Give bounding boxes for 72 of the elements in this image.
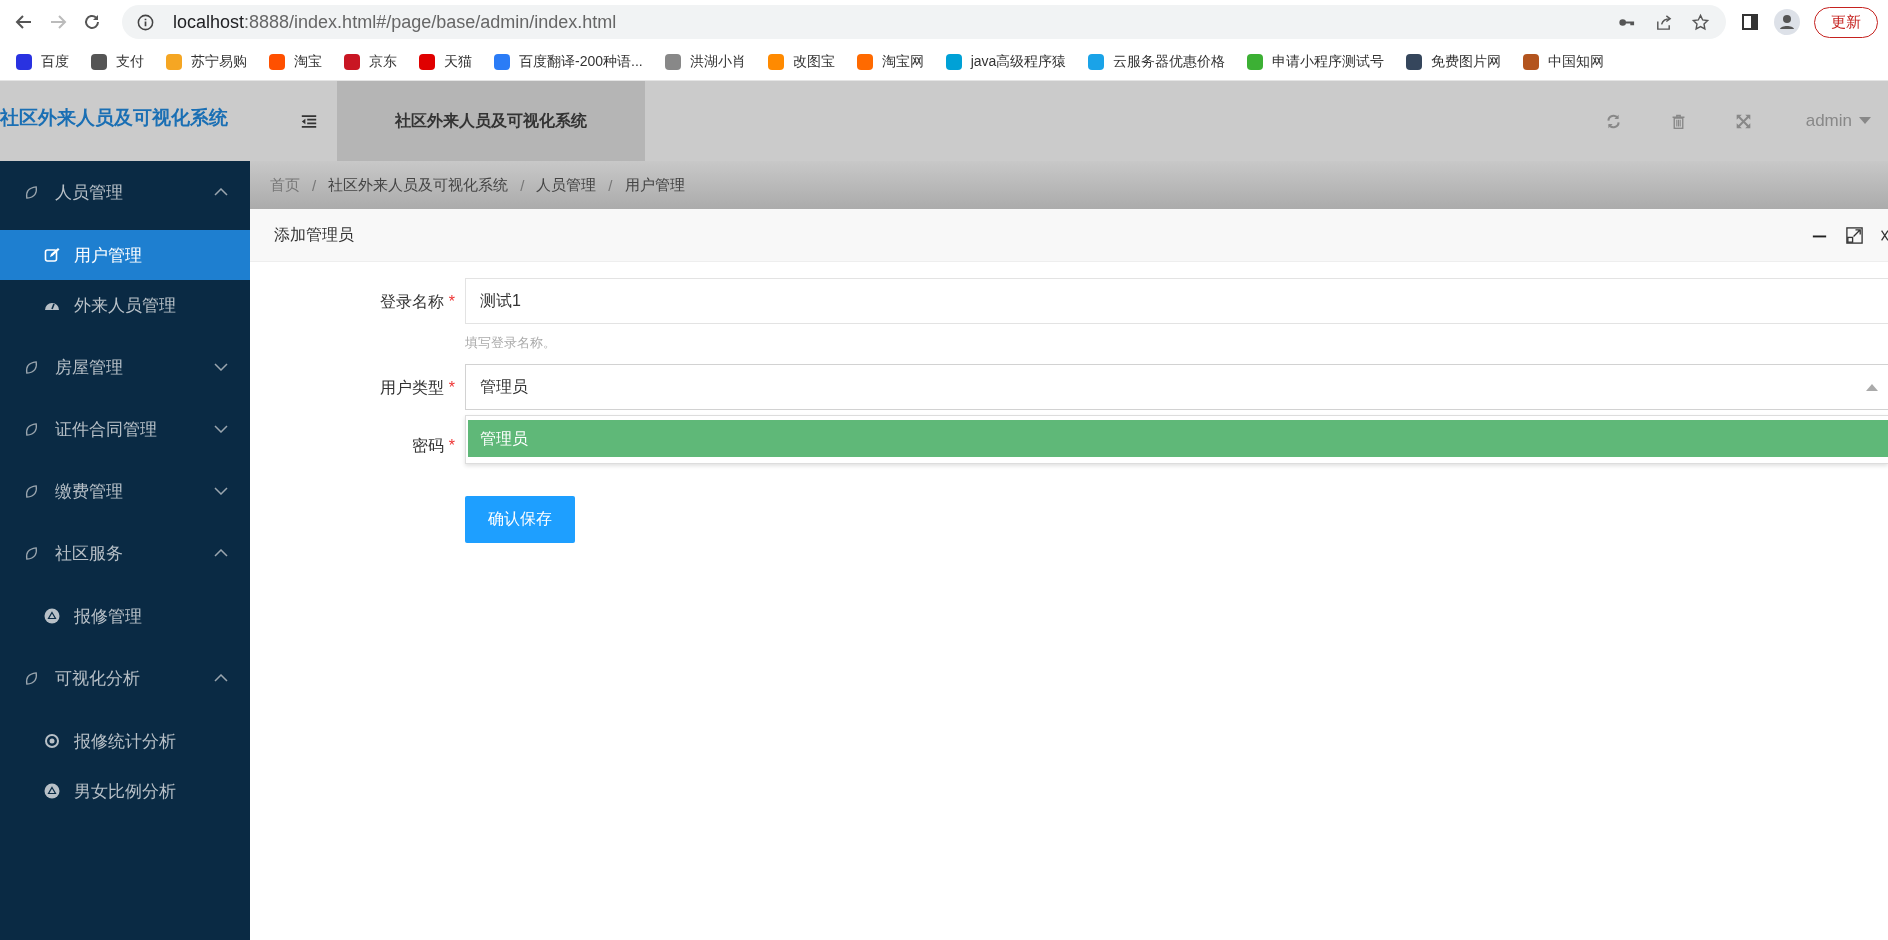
bookmark-link[interactable]: 改图宝 xyxy=(792,53,835,71)
bookmark-link[interactable]: 天猫 xyxy=(444,53,472,71)
chevron-down-icon xyxy=(214,363,228,371)
breadcrumb-link[interactable]: 用户管理 xyxy=(624,175,685,195)
field-label: 用户类型 xyxy=(379,379,444,396)
breadcrumb-separator: / xyxy=(520,176,525,194)
chevron-down-icon xyxy=(214,487,228,495)
caret-icon xyxy=(1858,117,1872,125)
header-tab[interactable]: 社区外来人员及可视化系统 xyxy=(337,81,645,161)
menu-group[interactable]: 房屋管理 xyxy=(0,336,250,398)
bookmark-link[interactable]: 申请小程序测试号 xyxy=(1272,53,1385,71)
menu-icon[interactable] xyxy=(300,113,318,129)
bookmark-link[interactable]: 洪湖小肖 xyxy=(689,53,746,71)
menu-group[interactable]: 社区服务 xyxy=(0,522,250,584)
menu-item[interactable]: 用户管理 xyxy=(0,230,250,280)
breadcrumb-link[interactable]: 人员管理 xyxy=(536,175,597,195)
chevron-up-icon xyxy=(214,549,228,557)
bookmark-link[interactable]: java高级程序猿 xyxy=(970,53,1067,71)
breadcrumb-separator: / xyxy=(608,176,613,194)
bookmark-link[interactable]: 京东 xyxy=(369,53,397,71)
bookmark-link[interactable]: 苏宁易购 xyxy=(191,53,247,71)
leaf-icon xyxy=(24,545,39,561)
dialog-title: 添加管理员 xyxy=(274,224,354,245)
url-text: localhost:8888/index.html#/page/base/admin/index.html xyxy=(173,11,617,33)
chevron-up-icon xyxy=(214,674,228,682)
menu-item[interactable]: 报修统计分析 xyxy=(0,716,250,766)
leaf-icon xyxy=(24,670,39,686)
update-button[interactable]: 更新 xyxy=(1814,6,1878,38)
menu-group[interactable]: 人员管理 xyxy=(0,161,250,223)
bookmark-link[interactable]: 中国知网 xyxy=(1548,53,1605,71)
field-label: 密码 xyxy=(411,437,444,454)
bookmark-link[interactable]: 云服务器优惠价格 xyxy=(1113,53,1226,71)
bookmark-link[interactable]: 百度 xyxy=(41,53,69,71)
menu-group[interactable]: 证件合同管理 xyxy=(0,398,250,460)
menu-item[interactable]: 报修管理 xyxy=(0,591,250,641)
menu-group[interactable]: 缴费管理 xyxy=(0,460,250,522)
login-name-field[interactable]: 测试1 xyxy=(465,278,1888,324)
leaf-icon xyxy=(24,483,39,499)
field-hint: 填写登录名称。 xyxy=(465,334,557,352)
chevron-up-icon xyxy=(214,188,228,196)
address-bar[interactable]: localhost:8888/index.html#/page/base/admin/index.html xyxy=(122,5,1726,39)
chevron-down-icon xyxy=(214,425,228,433)
field-label: 登录名称 xyxy=(379,293,444,310)
caret-up-icon xyxy=(1866,383,1878,391)
menu-group[interactable]: 可视化分析 xyxy=(0,647,250,709)
edit-icon xyxy=(44,247,60,263)
maximize-icon[interactable] xyxy=(1845,225,1864,245)
breadcrumb-link[interactable]: 社区外来人员及可视化系统 xyxy=(328,175,509,195)
breadcrumb-separator: / xyxy=(312,176,317,194)
required-mark: * xyxy=(448,293,455,310)
target-icon xyxy=(44,733,60,749)
menu-item[interactable]: 外来人员管理 xyxy=(0,280,250,330)
bookmark-link[interactable]: 免费图片网 xyxy=(1431,53,1502,71)
bookmark-link[interactable]: 淘宝网 xyxy=(881,53,924,71)
required-mark: * xyxy=(448,437,455,454)
avatar-icon[interactable] xyxy=(1774,9,1800,35)
triangle-circle-icon xyxy=(44,608,60,624)
reload-icon[interactable] xyxy=(82,12,102,32)
bookmark-link[interactable]: 淘宝 xyxy=(294,53,322,71)
bookmark-link[interactable]: 支付 xyxy=(116,53,144,71)
required-mark: * xyxy=(448,379,455,396)
leaf-icon xyxy=(24,184,39,200)
bookmark-link[interactable]: 百度翻译-200种语... xyxy=(519,53,643,71)
triangle-circle-icon xyxy=(44,783,60,799)
user-type-select[interactable]: 管理员 xyxy=(465,364,1888,410)
app-logo-text: 社区外来人员及可视化系统 xyxy=(0,106,229,130)
info-icon xyxy=(136,12,155,32)
menu-item[interactable]: 男女比例分析 xyxy=(0,766,250,816)
leaf-icon xyxy=(24,421,39,437)
leaf-icon xyxy=(24,359,39,375)
sidebar-toggle-icon[interactable] xyxy=(1740,12,1760,32)
star-icon[interactable] xyxy=(1691,12,1710,32)
